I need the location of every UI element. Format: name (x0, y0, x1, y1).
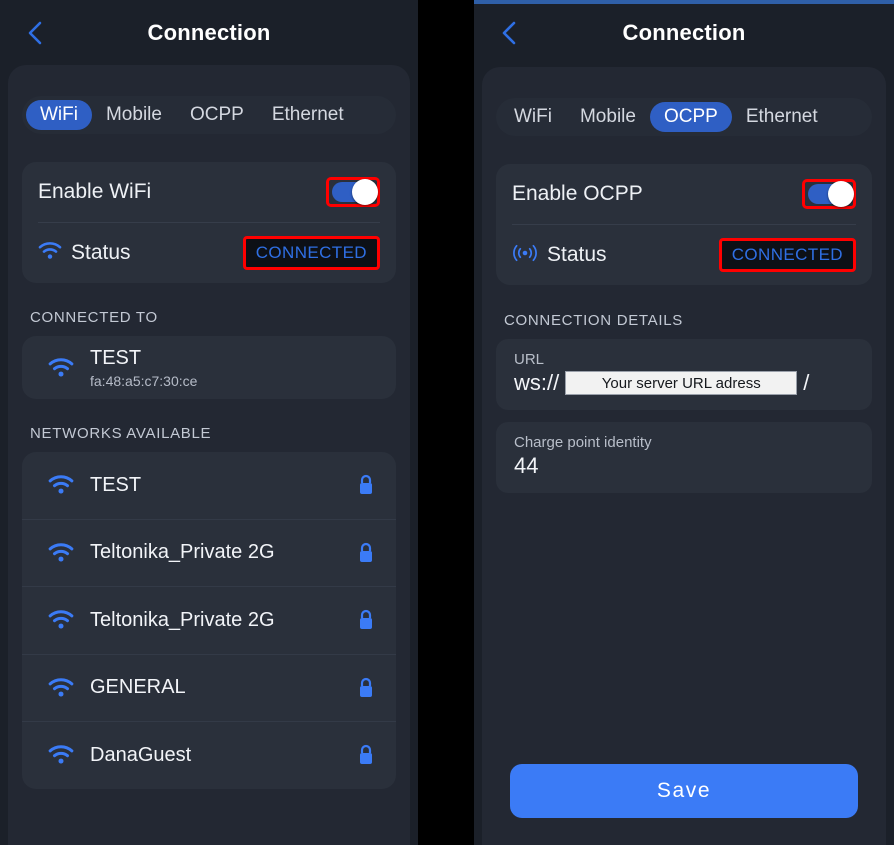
ocpp-status-label-group: Status (512, 243, 607, 268)
wifi-icon (38, 610, 84, 630)
list-item[interactable]: GENERAL (22, 653, 396, 722)
wifi-status-badge[interactable]: CONNECTED (242, 236, 380, 270)
tab-ethernet[interactable]: Ethernet (732, 102, 832, 132)
screenshot-root: Connection WiFi Mobile OCPP Ethernet Ena… (0, 0, 894, 845)
enable-wifi-row: Enable WiFi (38, 162, 380, 222)
page-title: Connection (147, 20, 271, 45)
enable-ocpp-toggle-highlight[interactable] (802, 179, 856, 209)
wifi-icon (38, 357, 84, 378)
ocpp-status-row: Status CONNECTED (512, 224, 856, 285)
url-field-value-line: ws:// Your server URL adress / (514, 370, 854, 396)
ocpp-status-badge[interactable]: CONNECTED (718, 238, 856, 272)
wifi-icon (38, 677, 84, 698)
network-name: DanaGuest (90, 743, 192, 766)
connected-to-section-label: CONNECTED TO (30, 309, 158, 326)
chevron-left-icon (501, 20, 517, 46)
status-badge-text: CONNECTED (731, 245, 843, 264)
enable-ocpp-label: Enable OCPP (512, 182, 643, 205)
right-content-sheet: WiFi Mobile OCPP Ethernet Enable OCPP St… (482, 67, 886, 845)
charge-point-identity-label: Charge point identity (514, 434, 652, 451)
ocpp-settings-panel: Connection WiFi Mobile OCPP Ethernet Ena… (474, 0, 894, 845)
lock-icon (356, 676, 376, 700)
list-item[interactable]: DanaGuest (22, 721, 396, 789)
connection-tabs: WiFi Mobile OCPP Ethernet (22, 96, 396, 134)
wifi-icon (38, 542, 84, 563)
toggle-knob (352, 179, 378, 205)
back-button[interactable] (494, 16, 524, 50)
chevron-left-icon (27, 20, 43, 46)
lock-icon (356, 541, 376, 565)
tab-ocpp[interactable]: OCPP (649, 102, 732, 132)
wifi-settings-panel: Connection WiFi Mobile OCPP Ethernet Ena… (0, 0, 418, 845)
page-title: Connection (622, 20, 746, 45)
lock-icon (356, 473, 376, 497)
wifi-status-row: Status CONNECTED (38, 222, 380, 283)
url-field-label: URL (514, 351, 545, 368)
url-scheme: ws:// (514, 370, 560, 395)
tab-wifi[interactable]: WiFi (500, 102, 566, 132)
ocpp-enable-card: Enable OCPP Status CONNECTED (496, 164, 872, 285)
tab-mobile[interactable]: Mobile (566, 102, 650, 132)
network-name: GENERAL (90, 676, 186, 699)
enable-ocpp-toggle[interactable] (808, 181, 854, 207)
list-item[interactable]: Teltonika_Private 2G (22, 518, 396, 587)
url-redaction-box: Your server URL adress (565, 371, 798, 395)
enable-wifi-toggle-highlight[interactable] (326, 177, 380, 207)
wifi-enable-card: Enable WiFi Status CONNECTED (22, 162, 396, 283)
broadcast-icon (512, 243, 538, 268)
toggle-knob (828, 181, 854, 207)
left-header: Connection (0, 0, 418, 66)
wifi-icon (38, 241, 62, 265)
wifi-status-label-group: Status (38, 241, 131, 265)
url-field-card[interactable]: URL ws:// Your server URL adress / (496, 339, 872, 410)
charge-point-identity-card[interactable]: Charge point identity 44 (496, 422, 872, 493)
connected-network-mac: fa:48:a5:c7:30:ce (90, 372, 198, 389)
tab-wifi[interactable]: WiFi (26, 100, 92, 130)
connected-network-name: TEST (90, 346, 142, 369)
back-button[interactable] (20, 16, 50, 50)
tab-ethernet[interactable]: Ethernet (258, 100, 358, 130)
connected-network-texts: TEST fa:48:a5:c7:30:ce (90, 347, 197, 389)
status-badge-text: CONNECTED (255, 243, 367, 262)
charge-point-identity-value: 44 (514, 453, 539, 478)
tab-ocpp[interactable]: OCPP (176, 100, 258, 130)
url-suffix: / (803, 370, 810, 395)
network-name: Teltonika_Private 2G (90, 608, 275, 631)
available-networks-list: TEST Teltonika_Private 2G Teltonika_Priv… (22, 452, 396, 789)
save-button[interactable]: Save (510, 764, 858, 818)
right-header: Connection (474, 0, 894, 66)
wifi-icon (38, 475, 84, 495)
wifi-icon (38, 745, 84, 765)
lock-icon (356, 608, 376, 632)
wifi-status-label: Status (71, 241, 131, 264)
connection-details-section-label: CONNECTION DETAILS (504, 312, 684, 329)
network-name: TEST (90, 473, 142, 496)
tab-mobile[interactable]: Mobile (92, 100, 176, 130)
connection-tabs: WiFi Mobile OCPP Ethernet (496, 98, 872, 136)
ocpp-status-label: Status (547, 243, 607, 266)
enable-wifi-toggle[interactable] (332, 179, 378, 205)
list-item[interactable]: Teltonika_Private 2G (22, 586, 396, 654)
lock-icon (356, 743, 376, 767)
left-content-sheet: WiFi Mobile OCPP Ethernet Enable WiFi St… (8, 65, 410, 845)
network-name: Teltonika_Private 2G (90, 541, 275, 564)
enable-wifi-label: Enable WiFi (38, 180, 152, 203)
connected-network-card[interactable]: TEST fa:48:a5:c7:30:ce (22, 336, 396, 399)
list-item[interactable]: TEST (22, 452, 396, 519)
enable-ocpp-row: Enable OCPP (512, 164, 856, 224)
networks-section-label: NETWORKS AVAILABLE (30, 425, 212, 442)
